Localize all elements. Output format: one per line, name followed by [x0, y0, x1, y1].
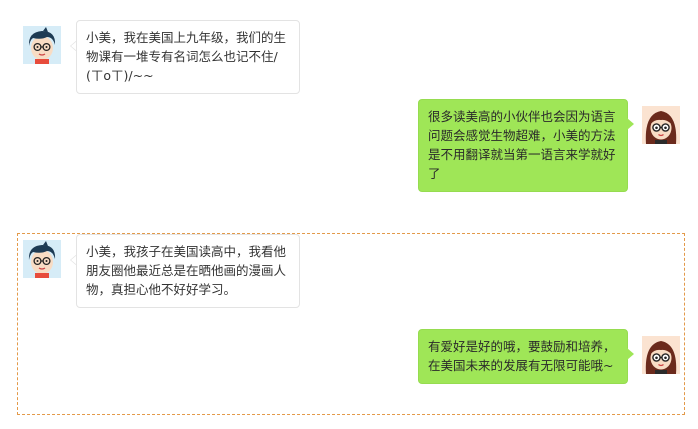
message-text: 有爱好是好的哦，要鼓励和培养，在美国未来的发展有无限可能哦~: [428, 339, 616, 373]
girl-avatar-icon[interactable]: [642, 336, 680, 374]
user-message-bubble: 小美，我孩子在美国读高中，我看他朋友圈他最近总是在晒他画的漫画人物，真担心他不好…: [76, 234, 300, 308]
boy-avatar-icon[interactable]: [23, 240, 61, 278]
message-text: 小美，我孩子在美国读高中，我看他朋友圈他最近总是在晒他画的漫画人物，真担心他不好…: [86, 244, 287, 297]
reply-message-bubble: 有爱好是好的哦，要鼓励和培养，在美国未来的发展有无限可能哦~: [418, 329, 628, 384]
message-text: 很多读美高的小伙伴也会因为语言问题会感觉生物超难，小美的方法是不用翻译就当第一语…: [428, 109, 616, 181]
message-text: 小美，我在美国上九年级，我们的生物课有一堆专有名词怎么也记不住/(ㄒoㄒ)/~~: [86, 30, 287, 83]
bubble-tail: [627, 348, 634, 360]
bubble-tail: [627, 118, 634, 130]
boy-avatar-icon[interactable]: [23, 26, 61, 64]
girl-avatar-icon[interactable]: [642, 106, 680, 144]
reply-message-bubble: 很多读美高的小伙伴也会因为语言问题会感觉生物超难，小美的方法是不用翻译就当第一语…: [418, 99, 628, 192]
user-message-bubble: 小美，我在美国上九年级，我们的生物课有一堆专有名词怎么也记不住/(ㄒoㄒ)/~~: [76, 20, 300, 94]
